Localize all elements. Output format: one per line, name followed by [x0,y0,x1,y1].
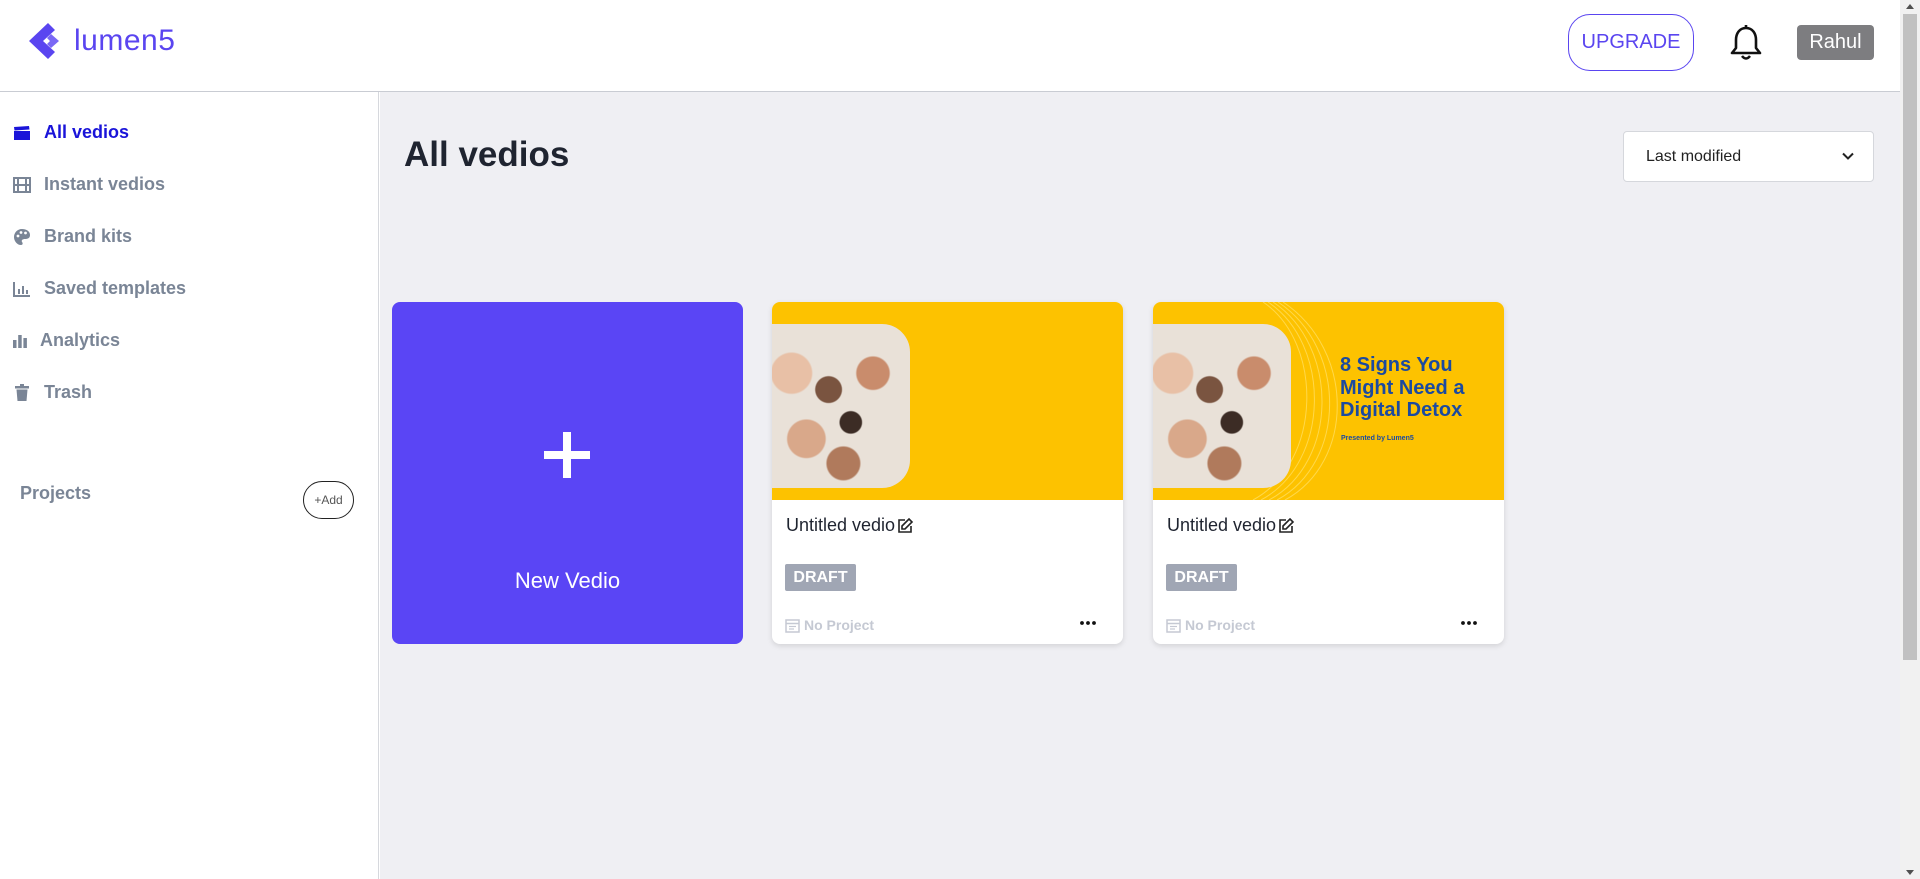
chart-icon [12,279,32,299]
trash-icon [12,383,32,403]
logo[interactable]: lumen5 [24,20,175,62]
projects-heading: Projects [20,483,92,503]
video-thumbnail[interactable] [772,302,1123,500]
sidebar-item-saved-templates[interactable]: Saved templates [12,278,186,299]
more-options-icon[interactable] [1457,611,1481,635]
sidebar-item-label: Saved templates [44,278,187,298]
film-icon [12,175,32,195]
sidebar-item-instant-vedios[interactable]: Instant vedios [12,174,165,195]
thumbnail-photo [1153,324,1291,488]
video-title: Untitled vedio [1167,515,1277,535]
calendar-icon [1166,618,1181,633]
user-menu-button[interactable]: Rahul [1797,25,1874,60]
chevron-down-icon [1842,152,1854,160]
sidebar-item-trash[interactable]: Trash [12,382,92,403]
add-project-button[interactable]: +Add [303,481,354,519]
sidebar-item-label: All vedios [44,122,130,142]
sidebar-item-analytics[interactable]: Analytics [12,330,120,351]
status-badge: DRAFT [785,564,856,591]
sort-dropdown-value: Last modified [1646,147,1742,165]
video-thumbnail[interactable]: 8 Signs You Might Need a Digital Detox P… [1153,302,1504,500]
thumbnail-subtitle: Presented by Lumen5 [1341,435,1414,442]
scroll-down-arrow-icon[interactable] [1906,870,1914,875]
video-title: Untitled vedio [786,515,896,535]
thumbnail-photo [772,324,910,488]
scroll-up-arrow-icon[interactable] [1906,4,1914,9]
bar-chart-icon [12,331,28,351]
plus-icon [544,432,590,478]
edit-icon[interactable] [896,517,914,535]
sidebar-item-all-vedios[interactable]: All vedios [12,122,129,143]
sidebar-item-label: Instant vedios [44,174,166,194]
sidebar-item-label: Trash [44,382,93,402]
top-header: lumen5 UPGRADE Rahul [0,0,1900,92]
project-name: No Project [804,617,875,633]
more-options-icon[interactable] [1076,611,1100,635]
vertical-scrollbar[interactable] [1900,0,1920,879]
video-card[interactable]: Untitled vedio DRAFT No Project [772,302,1123,644]
sort-dropdown[interactable]: Last modified [1623,131,1874,182]
sidebar-item-label: Brand kits [44,226,133,246]
page-title: All vedios [404,135,570,174]
main-content: All vedios Last modified New Vedio Untit… [380,92,1900,879]
project-name: No Project [1185,617,1256,633]
video-card[interactable]: 8 Signs You Might Need a Digital Detox P… [1153,302,1504,644]
sidebar-item-label: Analytics [40,330,121,350]
sidebar-item-brand-kits[interactable]: Brand kits [12,226,132,247]
thumbnail-title: 8 Signs You Might Need a Digital Detox [1340,354,1465,422]
edit-icon[interactable] [1277,517,1295,535]
palette-icon [12,227,32,247]
scrollbar-thumb[interactable] [1903,14,1917,660]
status-badge: DRAFT [1166,564,1237,591]
new-video-card[interactable]: New Vedio [392,302,743,644]
upgrade-button[interactable]: UPGRADE [1568,14,1694,71]
logo-text: lumen5 [74,24,176,57]
calendar-icon [785,618,800,633]
new-video-label: New Vedio [514,568,621,593]
clapperboard-icon [12,123,32,143]
lumen5-logo-icon [29,23,59,59]
sidebar: All vedios Instant vedios Brand kits Sav… [0,92,379,879]
notification-bell-icon[interactable] [1728,24,1764,62]
